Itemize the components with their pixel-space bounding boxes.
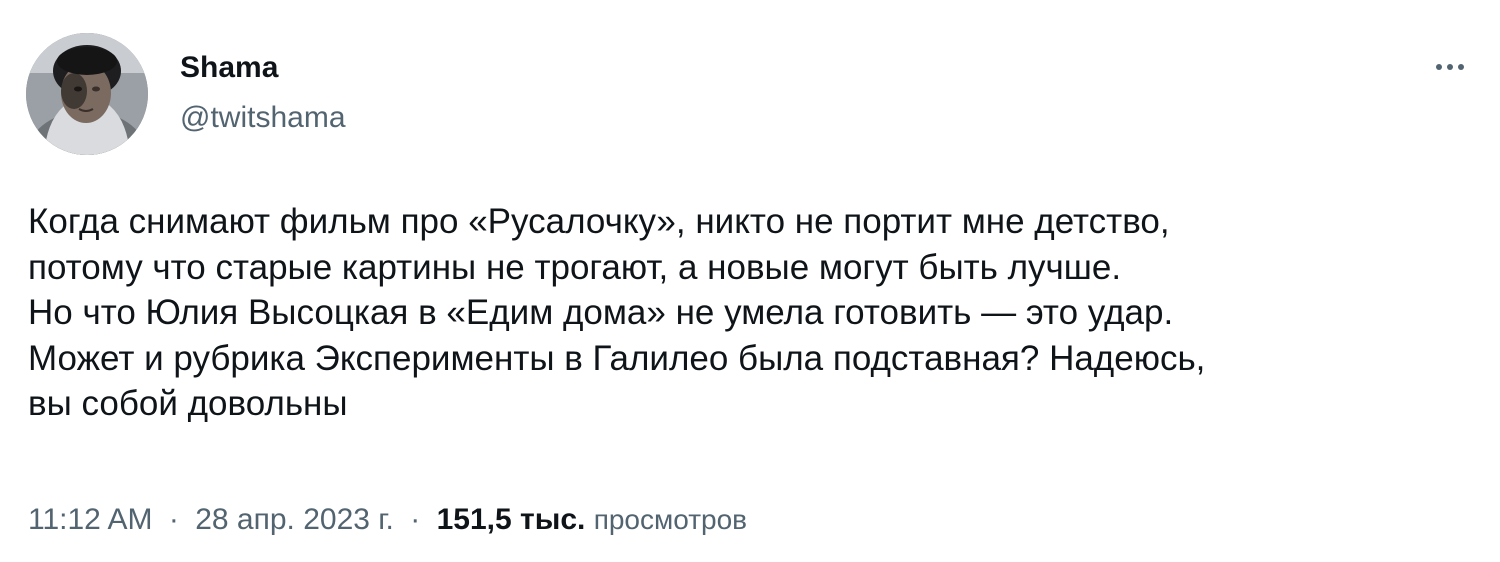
- tweet-text-line: вы собой довольны: [28, 384, 348, 423]
- tweet-text-line: Но что Юлия Высоцкая в «Едим дома» не ум…: [28, 293, 1174, 332]
- user-info: Shama @twitshama: [180, 50, 346, 136]
- tweet-text-line: Когда снимают фильм про «Русалочку», ник…: [28, 202, 1170, 241]
- avatar[interactable]: [26, 33, 148, 155]
- meta-separator: ·: [410, 503, 421, 536]
- tweet-card: Shama @twitshama Когда снимают фильм про…: [0, 0, 1500, 562]
- meta-separator: ·: [168, 503, 179, 536]
- views-count[interactable]: 151,5 тыс.: [437, 503, 586, 536]
- tweet-text-line: Может и рубрика Эксперименты в Галилео б…: [28, 338, 1206, 378]
- tweet-time[interactable]: 11:12 AM: [28, 503, 153, 536]
- user-handle[interactable]: @twitshama: [180, 100, 346, 136]
- more-horizontal-icon: [1436, 64, 1464, 70]
- tweet-text-line: потому что старые картины не трогают, а …: [28, 247, 1122, 287]
- more-options-button[interactable]: [1428, 52, 1472, 82]
- tweet-text: Когда снимают фильм про «Русалочку», ник…: [28, 199, 1468, 427]
- views-label: просмотров: [593, 504, 748, 535]
- avatar-image: [26, 33, 148, 155]
- tweet-date[interactable]: 28 апр. 2023 г.: [195, 503, 394, 536]
- tweet-meta: 11:12 AM · 28 апр. 2023 г. · 151,5 тыс. …: [28, 500, 747, 540]
- display-name[interactable]: Shama: [180, 50, 346, 86]
